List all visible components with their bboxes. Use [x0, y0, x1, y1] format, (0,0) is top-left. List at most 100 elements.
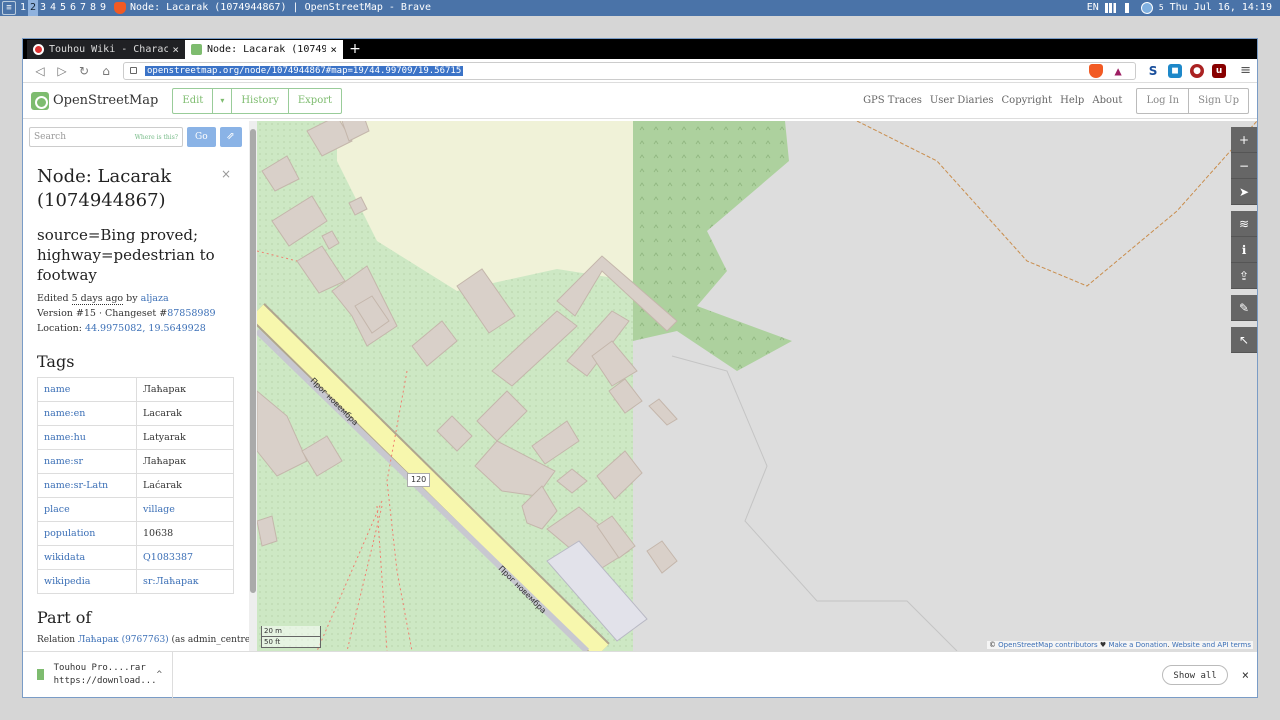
edited-ago: 5 days ago	[71, 293, 124, 305]
relation-link[interactable]: Лаћарак (9767763)	[78, 635, 169, 645]
gps-traces-link[interactable]: GPS Traces	[863, 95, 922, 106]
show-all-button[interactable]: Show all	[1162, 664, 1228, 685]
osm-brand[interactable]: OpenStreetMap	[53, 93, 158, 108]
tab-close-icon[interactable]: ×	[172, 43, 179, 56]
new-tab-button[interactable]: +	[343, 40, 367, 59]
chevron-up-icon[interactable]: ^	[157, 670, 162, 680]
reload-button[interactable]: ↻	[73, 64, 95, 78]
directions-icon[interactable]: ⇗	[219, 127, 242, 147]
close-download-bar-icon[interactable]: ×	[1242, 668, 1249, 682]
edit-dropdown-icon[interactable]: ▾	[213, 88, 233, 113]
osm-logo-icon[interactable]	[31, 91, 49, 110]
signal-icon[interactable]	[1104, 3, 1119, 13]
changeset-comment: source=Bing proved; highway=pedestrian t…	[37, 226, 215, 284]
workspace-8[interactable]: 8	[88, 0, 98, 16]
lock-icon[interactable]	[130, 67, 137, 74]
export-button[interactable]: Export	[289, 89, 341, 113]
tag-key[interactable]: name:sr	[37, 449, 137, 474]
workspace-7[interactable]: 7	[78, 0, 88, 16]
login-button[interactable]: Log In	[1137, 88, 1190, 113]
help-link[interactable]: Help	[1060, 95, 1084, 106]
tag-key[interactable]: wikidata	[37, 545, 137, 570]
tag-value[interactable]: Q1083387	[136, 545, 234, 570]
editor-link[interactable]: aljaza	[141, 293, 169, 304]
url-text[interactable]: openstreetmap.org/node/1074944867#map=19…	[145, 65, 464, 76]
tag-value: Latyarak	[136, 425, 234, 450]
sidebar[interactable]: Search Where is this? Go ⇗ × Node: Lacar…	[23, 121, 249, 651]
copyright-link[interactable]: Copyright	[1002, 95, 1053, 106]
about-link[interactable]: About	[1092, 95, 1122, 106]
signup-button[interactable]: Sign Up	[1189, 89, 1248, 113]
browser-window: Touhou Wiki - Character × Node: Lacarak …	[22, 38, 1258, 698]
system-menu-icon[interactable]: ≡	[2, 1, 16, 15]
workspace-4[interactable]: 4	[48, 0, 58, 16]
back-button[interactable]: ◁	[29, 64, 51, 78]
address-bar[interactable]: openstreetmap.org/node/1074944867#map=19…	[123, 61, 1137, 80]
workspace-3[interactable]: 3	[38, 0, 48, 16]
tag-row: name Лаћарак	[37, 377, 234, 402]
tag-key[interactable]: name:sr-Latn	[37, 473, 137, 498]
network-icon[interactable]	[1140, 2, 1153, 14]
extension-s-icon[interactable]: S	[1146, 64, 1160, 78]
tag-key[interactable]: name:en	[37, 401, 137, 426]
tag-value: Лаћарак	[136, 449, 234, 474]
map-canvas[interactable]: Прoг новембра Прoг новембра 120 20 m 50 …	[257, 121, 1257, 651]
workspace-2[interactable]: 2	[28, 0, 38, 16]
history-button[interactable]: History	[232, 88, 289, 113]
zoom-in-icon[interactable]: +	[1231, 127, 1257, 153]
keyboard-layout[interactable]: EN	[1087, 0, 1099, 16]
ublock-icon[interactable]: u	[1212, 63, 1227, 78]
download-item[interactable]: Touhou Pro....rar https://download... ^	[23, 651, 173, 698]
workspace-6[interactable]: 6	[68, 0, 78, 16]
go-button[interactable]: Go	[187, 127, 216, 147]
search-input[interactable]: Search Where is this?	[29, 127, 183, 147]
user-diaries-link[interactable]: User Diaries	[930, 95, 994, 106]
info-icon[interactable]: ℹ	[1231, 237, 1257, 263]
system-tray: EN 5 Thu Jul 16, 14:19	[1087, 0, 1280, 16]
tag-row: name:sr-Latn Laćarak	[37, 473, 234, 498]
add-note-icon[interactable]: ✎	[1231, 295, 1257, 321]
sidebar-scrollbar[interactable]	[249, 121, 257, 651]
changeset-link[interactable]: 87858989	[167, 308, 215, 319]
brave-icon	[114, 2, 126, 14]
brave-rewards-icon[interactable]: ▲	[1111, 64, 1125, 78]
extension-square-icon[interactable]: ◼	[1168, 63, 1183, 78]
tag-key[interactable]: name	[37, 377, 137, 402]
brave-shields-icon[interactable]	[1089, 63, 1104, 78]
layers-icon[interactable]: ≋	[1231, 211, 1257, 237]
browser-menu-icon[interactable]: ≡	[1240, 63, 1251, 78]
tab-touhou-wiki[interactable]: Touhou Wiki - Character ×	[27, 40, 185, 59]
extension-record-icon[interactable]: ●	[1190, 63, 1205, 78]
locate-icon[interactable]: ➤	[1231, 179, 1257, 205]
workspace-9[interactable]: 9	[98, 0, 108, 16]
tab-strip: Touhou Wiki - Character × Node: Lacarak …	[23, 39, 1257, 59]
terms-link[interactable]: Website and API terms	[1172, 641, 1251, 649]
scrollbar-thumb[interactable]	[250, 129, 256, 593]
tab-close-icon[interactable]: ×	[330, 43, 337, 56]
where-is-this-link[interactable]: Where is this?	[135, 134, 178, 141]
file-icon	[37, 669, 44, 680]
tag-value[interactable]: village	[136, 497, 234, 522]
tag-key[interactable]: name:hu	[37, 425, 137, 450]
donate-link[interactable]: Make a Donation	[1108, 641, 1167, 649]
edit-button[interactable]: Edit	[173, 88, 214, 113]
volume-icon[interactable]	[1124, 3, 1135, 13]
workspace-5[interactable]: 5	[58, 0, 68, 16]
tab-osm-node[interactable]: Node: Lacarak (10749448 ×	[185, 40, 343, 59]
tag-key[interactable]: place	[37, 497, 137, 522]
page-title: Node: Lacarak (1074944867)	[37, 166, 172, 211]
query-features-icon[interactable]: ↖	[1231, 327, 1257, 353]
osm-contributors-link[interactable]: OpenStreetMap contributors	[998, 641, 1098, 649]
tag-key[interactable]: population	[37, 521, 137, 546]
location-link[interactable]: 44.9975082, 19.5649928	[85, 323, 206, 334]
forward-button[interactable]: ▷	[51, 64, 73, 78]
tag-key[interactable]: wikipedia	[37, 569, 137, 594]
tag-row: place village	[37, 497, 234, 522]
workspace-1[interactable]: 1	[18, 0, 28, 16]
close-sidebar-icon[interactable]: ×	[221, 167, 231, 181]
zoom-out-icon[interactable]: −	[1231, 153, 1257, 179]
bookmark-button[interactable]: ⌂	[95, 64, 117, 78]
tab-label: Touhou Wiki - Character	[49, 44, 169, 55]
tag-value[interactable]: sr:Лаћарак	[136, 569, 234, 594]
share-icon[interactable]: ⇪	[1231, 263, 1257, 289]
